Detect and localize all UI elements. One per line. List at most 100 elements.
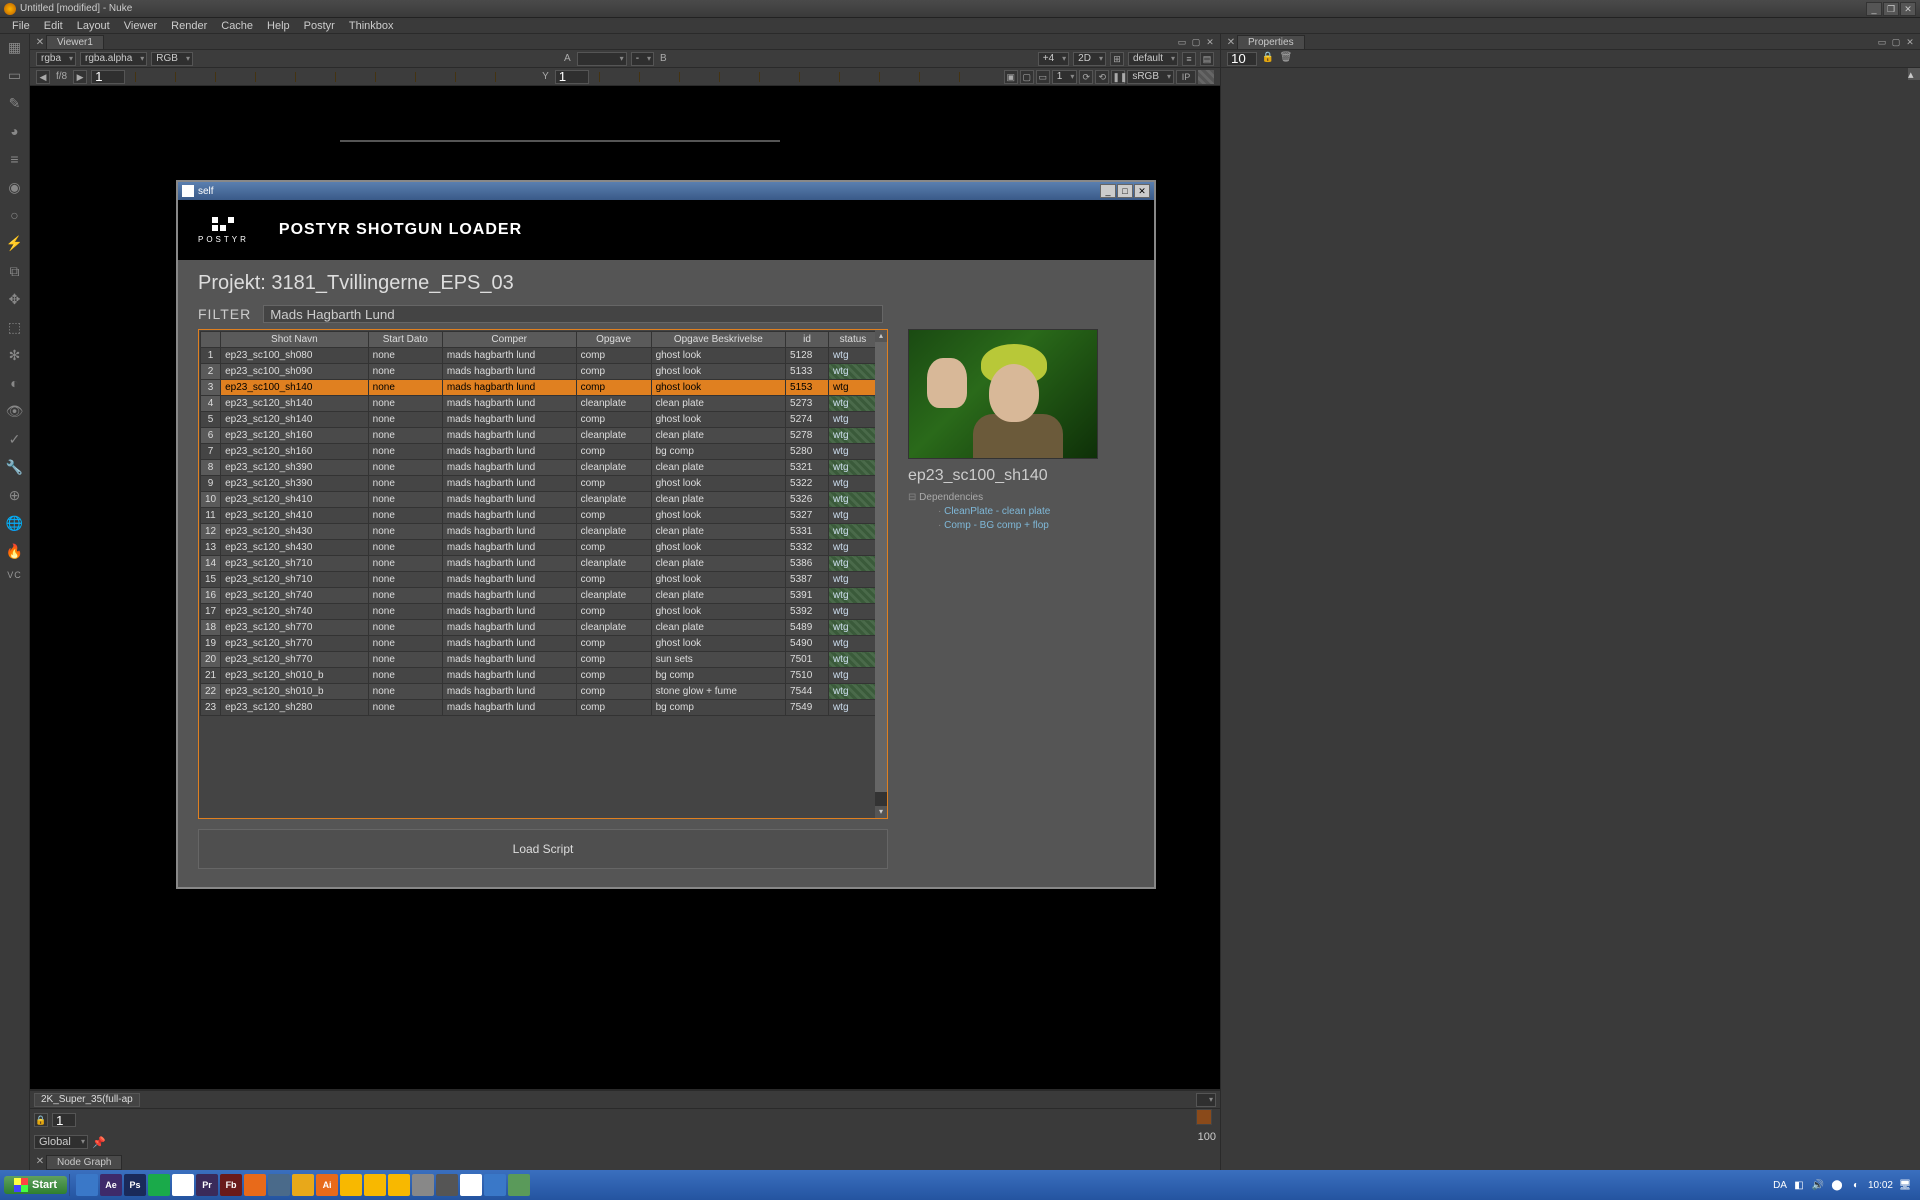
table-cell[interactable]: none <box>368 380 442 396</box>
table-cell[interactable]: wtg <box>828 348 877 364</box>
table-cell[interactable]: mads hagbarth lund <box>442 700 576 716</box>
table-cell[interactable]: 18 <box>201 620 221 636</box>
table-cell[interactable]: ep23_sc120_sh410 <box>221 492 369 508</box>
properties-spin[interactable] <box>1227 52 1257 66</box>
table-row[interactable]: 11ep23_sc120_sh410nonemads hagbarth lund… <box>201 508 878 524</box>
table-cell[interactable]: none <box>368 428 442 444</box>
table-cell[interactable]: 17 <box>201 604 221 620</box>
table-cell[interactable]: none <box>368 444 442 460</box>
tool-image-icon[interactable]: ▦ <box>6 38 24 56</box>
table-cell[interactable]: none <box>368 460 442 476</box>
table-cell[interactable]: cleanplate <box>576 588 651 604</box>
table-cell[interactable]: clean plate <box>651 428 785 444</box>
tool-color-icon[interactable]: ◉ <box>6 178 24 196</box>
taskbar-app-icon[interactable] <box>484 1174 506 1196</box>
table-cell[interactable]: 5490 <box>786 636 829 652</box>
taskbar-app-icon[interactable] <box>364 1174 386 1196</box>
taskbar-app-icon[interactable] <box>148 1174 170 1196</box>
tray-monitor-icon[interactable]: 🖥 <box>1898 1178 1912 1192</box>
dependency-tree[interactable]: Dependencies CleanPlate - clean plateCom… <box>908 491 1118 533</box>
table-cell[interactable]: mads hagbarth lund <box>442 668 576 684</box>
table-cell[interactable]: ghost look <box>651 364 785 380</box>
taskbar-app-icon[interactable] <box>292 1174 314 1196</box>
table-cell[interactable]: 5326 <box>786 492 829 508</box>
table-cell[interactable]: ghost look <box>651 636 785 652</box>
table-cell[interactable]: ep23_sc120_sh390 <box>221 460 369 476</box>
table-cell[interactable]: mads hagbarth lund <box>442 556 576 572</box>
taskbar-app-icon[interactable] <box>436 1174 458 1196</box>
table-cell[interactable]: ep23_sc100_sh080 <box>221 348 369 364</box>
proxy-icon[interactable]: ▢ <box>1020 70 1034 84</box>
tool-wrench-icon[interactable]: 🔧 <box>6 458 24 476</box>
nodegraph-tab[interactable]: Node Graph <box>46 1155 122 1170</box>
table-row[interactable]: 15ep23_sc120_sh710nonemads hagbarth lund… <box>201 572 878 588</box>
table-cell[interactable]: comp <box>576 412 651 428</box>
table-cell[interactable]: 15 <box>201 572 221 588</box>
taskbar-app-icon[interactable]: Ps <box>124 1174 146 1196</box>
table-cell[interactable]: comp <box>576 572 651 588</box>
table-cell[interactable]: wtg <box>828 636 877 652</box>
table-cell[interactable]: ep23_sc120_sh160 <box>221 428 369 444</box>
table-cell[interactable]: mads hagbarth lund <box>442 572 576 588</box>
menu-file[interactable]: File <box>6 19 36 33</box>
tool-keyer-icon[interactable]: ⚡ <box>6 234 24 252</box>
table-cell[interactable]: ghost look <box>651 476 785 492</box>
table-cell[interactable]: 5 <box>201 412 221 428</box>
table-cell[interactable]: 5322 <box>786 476 829 492</box>
table-cell[interactable]: mads hagbarth lund <box>442 428 576 444</box>
taskbar-app-icon[interactable] <box>508 1174 530 1196</box>
table-cell[interactable]: wtg <box>828 684 877 700</box>
table-cell[interactable]: 6 <box>201 428 221 444</box>
table-cell[interactable]: cleanplate <box>576 556 651 572</box>
pin-icon[interactable]: 📌 <box>92 1136 106 1149</box>
tool-draw-icon[interactable]: ▭ <box>6 66 24 84</box>
table-cell[interactable]: 14 <box>201 556 221 572</box>
panel-max-icon[interactable]: ▢ <box>1190 37 1202 49</box>
table-cell[interactable]: stone glow + fume <box>651 684 785 700</box>
col-header[interactable]: Opgave Beskrivelse <box>651 332 785 348</box>
taskbar-app-icon[interactable]: Ai <box>316 1174 338 1196</box>
tool-filter-icon[interactable]: ○ <box>6 206 24 224</box>
table-cell[interactable]: ghost look <box>651 380 785 396</box>
dialog-close-button[interactable]: ✕ <box>1134 184 1150 198</box>
ip-button[interactable]: IP <box>1176 70 1196 84</box>
table-cell[interactable]: wtg <box>828 524 877 540</box>
table-row[interactable]: 3ep23_sc100_sh140nonemads hagbarth lundc… <box>201 380 878 396</box>
dialog-titlebar[interactable]: self _ □ ✕ <box>178 182 1154 200</box>
table-cell[interactable]: wtg <box>828 508 877 524</box>
table-cell[interactable]: none <box>368 396 442 412</box>
table-cell[interactable]: ep23_sc120_sh140 <box>221 412 369 428</box>
table-cell[interactable]: mads hagbarth lund <box>442 492 576 508</box>
properties-tab[interactable]: Properties <box>1237 35 1305 49</box>
table-cell[interactable]: mads hagbarth lund <box>442 364 576 380</box>
tray-volume-icon[interactable]: 🔊 <box>1811 1178 1825 1192</box>
menu-layout[interactable]: Layout <box>71 19 116 33</box>
table-cell[interactable]: ep23_sc120_sh160 <box>221 444 369 460</box>
table-cell[interactable]: mads hagbarth lund <box>442 620 576 636</box>
col-header[interactable]: Start Dato <box>368 332 442 348</box>
table-row[interactable]: 6ep23_sc120_sh160nonemads hagbarth lund c… <box>201 428 878 444</box>
table-cell[interactable]: none <box>368 652 442 668</box>
table-cell[interactable]: clean plate <box>651 524 785 540</box>
table-cell[interactable]: 16 <box>201 588 221 604</box>
taskbar-app-icon[interactable] <box>340 1174 362 1196</box>
table-cell[interactable]: mads hagbarth lund <box>442 396 576 412</box>
col-header[interactable]: Comper <box>442 332 576 348</box>
table-cell[interactable]: 13 <box>201 540 221 556</box>
tool-deep-icon[interactable]: ◐ <box>6 374 24 392</box>
table-cell[interactable]: 3 <box>201 380 221 396</box>
table-cell[interactable]: comp <box>576 508 651 524</box>
list-icon[interactable]: ≡ <box>1182 52 1196 66</box>
table-scrollbar[interactable]: ▴ ▾ <box>875 330 887 818</box>
scroll-thumb[interactable] <box>875 342 887 792</box>
taskbar-app-icon[interactable]: Fb <box>220 1174 242 1196</box>
table-row[interactable]: 14ep23_sc120_sh710nonemads hagbarth lund… <box>201 556 878 572</box>
table-row[interactable]: 23ep23_sc120_sh280nonemads hagbarth lund… <box>201 700 878 716</box>
table-cell[interactable]: ghost look <box>651 572 785 588</box>
delete-all-icon[interactable]: 🗑 <box>1279 52 1293 66</box>
a-input-select[interactable] <box>577 52 627 66</box>
table-cell[interactable]: comp <box>576 684 651 700</box>
table-cell[interactable]: mads hagbarth lund <box>442 508 576 524</box>
tool-views-icon[interactable]: 👁 <box>6 402 24 420</box>
table-cell[interactable]: none <box>368 588 442 604</box>
